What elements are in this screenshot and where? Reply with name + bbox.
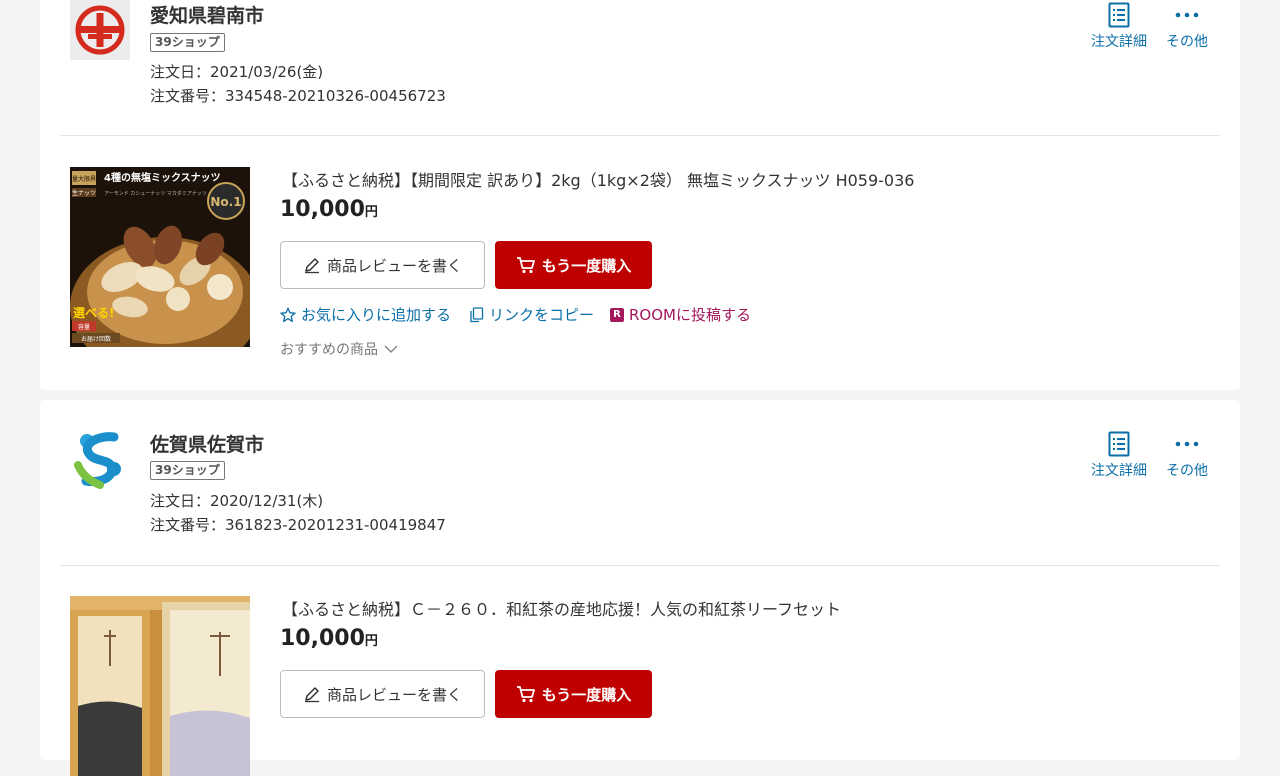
image-select: 選べる! bbox=[73, 306, 114, 320]
write-review-label: 商品レビューを書く bbox=[326, 685, 462, 704]
buy-again-button[interactable]: もう一度購入 bbox=[495, 241, 652, 289]
buy-again-button[interactable]: もう一度購入 bbox=[495, 670, 652, 718]
copy-link-label: リンクをコピー bbox=[489, 306, 595, 324]
image-headline: 4種の無塩ミックスナッツ bbox=[104, 171, 221, 184]
price-currency: 円 bbox=[364, 205, 378, 220]
order-date: 注文日：2020/12/31(木) bbox=[150, 492, 324, 510]
image-rank: No.1 bbox=[210, 195, 241, 209]
more-dots-icon bbox=[1175, 12, 1199, 18]
product-price: 10,000円 bbox=[280, 197, 378, 222]
product-title[interactable]: 【ふるさと納税】Ｃ－２６０．和紅茶の産地応援！人気の和紅茶リーフセット bbox=[282, 596, 841, 620]
order-detail-icon bbox=[1108, 431, 1130, 457]
more-dots-icon bbox=[1175, 441, 1199, 447]
order-detail-button[interactable]: 注文詳細 bbox=[1086, 1, 1152, 51]
price-value: 10,000 bbox=[280, 626, 365, 651]
order-number: 注文番号：361823-20201231-00419847 bbox=[150, 516, 446, 534]
product-price: 10,000円 bbox=[280, 626, 378, 651]
image-sub: アーモンド カシューナッツ マカダミアナッツ くるみ bbox=[104, 190, 223, 197]
copy-icon bbox=[470, 306, 484, 322]
write-review-label: 商品レビューを書く bbox=[326, 256, 462, 275]
divider bbox=[60, 135, 1220, 136]
order-card: 佐賀県佐賀市 39ショップ 注文日：2020/12/31(木) 注文番号：361… bbox=[40, 400, 1240, 776]
add-favorite-link[interactable]: お気に入りに追加する bbox=[280, 304, 451, 325]
pencil-icon bbox=[304, 258, 319, 274]
buy-again-label: もう一度購入 bbox=[541, 685, 632, 704]
other-menu-button[interactable]: その他 bbox=[1162, 1, 1212, 51]
buy-again-label: もう一度購入 bbox=[541, 256, 632, 275]
cart-icon bbox=[516, 257, 535, 274]
other-menu-label: その他 bbox=[1166, 34, 1208, 50]
copy-link[interactable]: リンクをコピー bbox=[469, 304, 594, 325]
room-logo-icon: R bbox=[610, 307, 624, 322]
shop-badge: 39ショップ bbox=[150, 461, 225, 480]
recommended-label: おすすめの商品 bbox=[280, 342, 378, 358]
order-detail-label: 注文詳細 bbox=[1091, 463, 1147, 479]
order-detail-label: 注文詳細 bbox=[1091, 34, 1147, 50]
image-tag: 生ナッツ bbox=[72, 189, 96, 197]
divider bbox=[60, 565, 1220, 566]
write-review-button[interactable]: 商品レビューを書く bbox=[280, 241, 485, 289]
write-review-button[interactable]: 商品レビューを書く bbox=[280, 670, 485, 718]
shop-name[interactable]: 佐賀県佐賀市 bbox=[150, 430, 264, 457]
shop-badge: 39ショップ bbox=[150, 33, 225, 52]
recommended-toggle[interactable]: おすすめの商品 bbox=[280, 339, 398, 359]
star-outline-icon bbox=[280, 307, 296, 322]
order-detail-button[interactable]: 注文詳細 bbox=[1086, 430, 1152, 480]
order-date: 注文日：2021/03/26(金) bbox=[150, 63, 324, 81]
chevron-down-icon bbox=[384, 344, 398, 353]
price-currency: 円 bbox=[364, 634, 378, 649]
product-image[interactable] bbox=[70, 596, 250, 776]
image-capacity: 容量 bbox=[78, 323, 90, 331]
shop-logo[interactable] bbox=[70, 0, 130, 60]
image-delivery: お届け回数 bbox=[81, 335, 111, 343]
post-to-room-label: ROOMに投稿する bbox=[629, 306, 751, 324]
order-detail-icon bbox=[1108, 2, 1130, 28]
other-menu-label: その他 bbox=[1166, 463, 1208, 479]
shop-logo[interactable] bbox=[70, 429, 130, 489]
image-badge-text: 量大限界 bbox=[72, 175, 96, 183]
shop-name[interactable]: 愛知県碧南市 bbox=[150, 1, 264, 28]
order-card: 愛知県碧南市 39ショップ 注文日：2021/03/26(金) 注文番号：334… bbox=[40, 0, 1240, 390]
product-title[interactable]: 【ふるさと納税】【期間限定 訳あり】2kg（1kg×2袋） 無塩ミックスナッツ … bbox=[282, 167, 914, 191]
price-value: 10,000 bbox=[280, 197, 365, 222]
product-image[interactable]: 量大限界 4種の無塩ミックスナッツ 生ナッツ アーモンド カシューナッツ マカダ… bbox=[70, 167, 250, 347]
add-favorite-label: お気に入りに追加する bbox=[301, 306, 452, 324]
pencil-icon bbox=[304, 687, 319, 703]
other-menu-button[interactable]: その他 bbox=[1162, 430, 1212, 480]
cart-icon bbox=[516, 686, 535, 703]
order-number: 注文番号：334548-20210326-00456723 bbox=[150, 87, 446, 105]
post-to-room-link[interactable]: R ROOMに投稿する bbox=[610, 304, 751, 325]
